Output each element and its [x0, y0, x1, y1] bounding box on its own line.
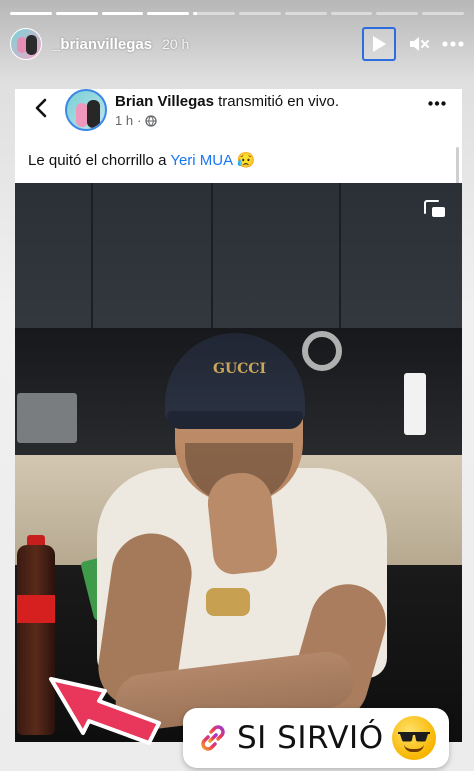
bottle-label: [17, 595, 55, 623]
arrow-sticker: [49, 677, 161, 745]
kitchen-cabinets: [15, 183, 462, 328]
play-button[interactable]: [362, 27, 396, 61]
meta-separator: ·: [137, 113, 142, 128]
cap-logo: GUCCI: [213, 361, 266, 377]
sunglasses-face-emoji: [391, 716, 436, 760]
post-time: 1 h: [115, 113, 134, 128]
post-caption: Le quitó el chorrillo a Yeri MUA 😥: [28, 151, 255, 169]
progress-segment: [284, 12, 327, 15]
timestamp: 20 h: [162, 36, 190, 52]
more-options-button[interactable]: [442, 41, 464, 47]
cap-brim: [167, 411, 303, 429]
progress-segment: [55, 12, 98, 15]
link-sticker-text: SI SIRVIÓ: [237, 720, 384, 756]
progress-segment: [101, 12, 144, 15]
story-header: _brianvillegas 20 h: [10, 26, 464, 62]
lamp: [302, 331, 342, 371]
picture-in-picture-icon[interactable]: [424, 199, 446, 219]
avatar[interactable]: [10, 28, 42, 60]
username[interactable]: _brianvillegas: [52, 36, 152, 53]
speaker-muted-icon: [410, 37, 429, 51]
post-meta: 1 h ·: [115, 113, 158, 128]
post-author-line: Brian Villegas transmitió en vivo.: [115, 93, 339, 110]
progress-segment: [147, 12, 190, 15]
play-icon: [373, 36, 386, 52]
globe-icon: [145, 114, 158, 127]
post-action: transmitió en vivo.: [213, 93, 339, 110]
wristwatch: [206, 588, 250, 616]
mention-link[interactable]: Yeri MUA: [170, 152, 232, 169]
live-video[interactable]: GUCCI: [15, 183, 462, 742]
mute-button[interactable]: [408, 34, 430, 54]
progress-segment: [238, 12, 281, 15]
sad-emoji: 😥: [236, 152, 256, 169]
more-horizontal-icon: [442, 41, 464, 47]
progress-segment: [422, 12, 464, 15]
shared-post-card[interactable]: Brian Villegas transmitió en vivo. 1 h ·…: [15, 89, 462, 742]
link-sticker[interactable]: SI SIRVIÓ: [183, 708, 449, 768]
post-header: Brian Villegas transmitió en vivo. 1 h ·: [15, 89, 462, 139]
link-icon: [201, 725, 225, 751]
caption-text: Le quitó el chorrillo a: [28, 152, 171, 169]
paper-towel-holder: [404, 373, 426, 435]
progress-segment: [193, 12, 235, 15]
progress-segment: [10, 12, 52, 15]
back-arrow-icon[interactable]: [33, 98, 49, 118]
post-author-avatar[interactable]: [65, 89, 107, 131]
progress-segment: [330, 12, 373, 15]
toaster-oven: [17, 393, 77, 443]
post-author-name[interactable]: Brian Villegas: [115, 93, 214, 110]
post-more-icon[interactable]: [428, 101, 446, 106]
header-actions: [362, 27, 464, 61]
progress-segment: [376, 12, 419, 15]
story-progress: [10, 12, 464, 15]
